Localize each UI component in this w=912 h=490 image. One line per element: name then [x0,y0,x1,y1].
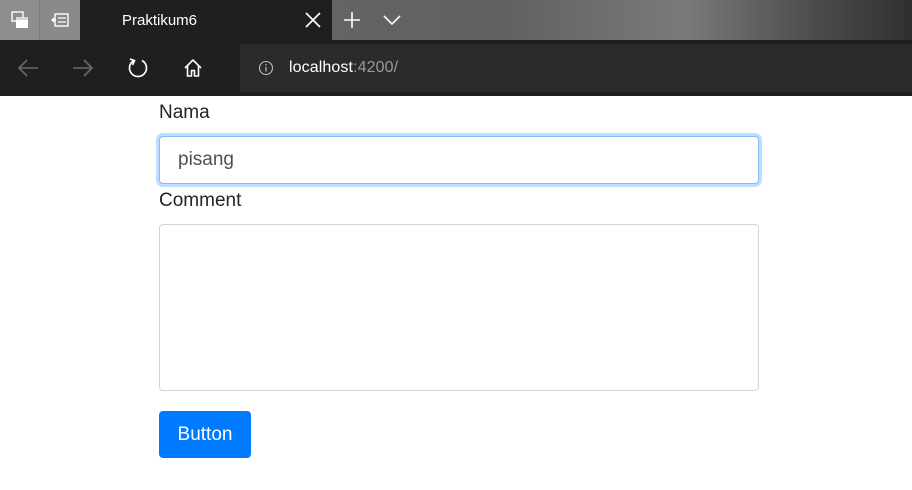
plus-icon [344,12,360,28]
tabs-set-aside-icon [51,13,69,27]
new-tab-button[interactable] [332,0,372,40]
home-icon [184,59,202,77]
refresh-icon [128,58,148,78]
arrow-right-icon [73,59,94,77]
nama-input[interactable] [159,136,759,184]
comment-textarea[interactable] [159,224,759,391]
url-text: localhost:4200/ [289,59,398,77]
chevron-down-icon [383,15,401,26]
info-icon[interactable] [258,60,274,76]
forward-button[interactable] [57,40,109,96]
address-bar[interactable]: localhost:4200/ [240,44,912,92]
url-host: localhost [289,59,354,76]
close-icon[interactable] [304,11,322,29]
tab-title: Praktikum6 [122,11,198,29]
nama-label: Nama [159,102,210,123]
tabs-aside-button[interactable] [0,0,40,40]
tabs-aside-icon [10,11,28,28]
set-tabs-aside-button[interactable] [40,0,80,40]
url-port-path: :4200/ [353,59,399,76]
comment-label: Comment [159,190,242,211]
tab-strip: Praktikum6 [0,0,912,40]
tab-list-button[interactable] [372,0,412,40]
back-button[interactable] [2,40,54,96]
home-button[interactable] [167,40,219,96]
refresh-button[interactable] [112,40,164,96]
browser-toolbar: localhost:4200/ [0,40,912,96]
submit-button[interactable]: Button [159,411,251,458]
arrow-left-icon [17,59,38,77]
tab-praktikum6[interactable]: Praktikum6 [80,0,332,40]
